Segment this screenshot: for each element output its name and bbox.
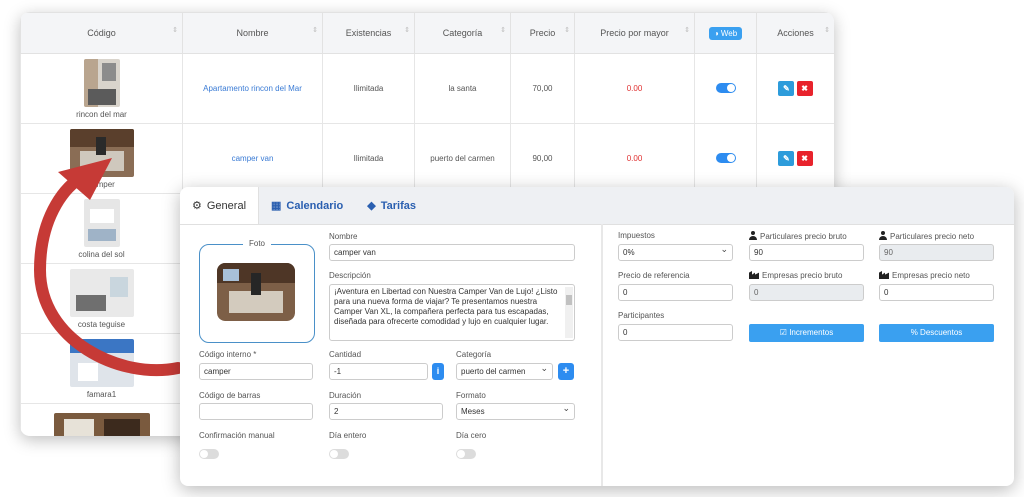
col-header-acciones: Acciones ⇕	[756, 12, 834, 54]
web-toggle[interactable]	[715, 82, 736, 93]
codigo-barras-input[interactable]	[199, 403, 313, 420]
row-name-link[interactable]: Apartamento rincon del Mar	[203, 84, 302, 93]
impuestos-select[interactable]: 0%	[618, 244, 733, 261]
descuentos-button[interactable]: % Descuentos	[879, 324, 994, 342]
row-wholesale: 0.00	[626, 154, 643, 163]
categoria-label: Categoría	[456, 350, 492, 359]
product-thumbnail[interactable]	[83, 198, 120, 247]
row-stock: Ilimitada	[353, 84, 384, 93]
factory-icon	[879, 271, 889, 279]
formato-select[interactable]: Meses	[456, 403, 575, 420]
table-row[interactable]: camper camper van Ilimitada puerto del c…	[20, 123, 834, 194]
row-wholesale: 0.00	[626, 84, 643, 93]
precio-ref-input[interactable]: 0	[618, 284, 733, 301]
textarea-scrollbar[interactable]	[565, 287, 573, 338]
nombre-label: Nombre	[329, 232, 358, 241]
gear-icon: ⚙	[192, 200, 202, 212]
edit-button[interactable]: ✎	[778, 81, 795, 96]
photo-label: Foto	[243, 239, 272, 248]
web-badge[interactable]: ◑ Web	[708, 26, 743, 40]
delete-button[interactable]: ✖	[796, 81, 813, 96]
row-code: famara1	[86, 389, 117, 399]
impuestos-label: Impuestos	[618, 231, 655, 240]
delete-button[interactable]: ✖	[796, 151, 813, 166]
row-category: puerto del carmen	[430, 154, 495, 163]
table-row[interactable]: rincon del mar Apartamento rincon del Ma…	[20, 53, 834, 124]
codigo-interno-label: Código interno *	[199, 350, 257, 359]
person-icon	[749, 231, 757, 240]
nombre-input[interactable]: camper van	[329, 244, 575, 261]
tab-calendario[interactable]: ▦ Calendario	[259, 187, 355, 224]
column-divider	[601, 224, 603, 486]
percent-icon: %	[910, 328, 921, 337]
duracion-input[interactable]: 2	[329, 403, 443, 420]
product-editor-panel: ⚙ General ▦ Calendario ◆ Tarifas Foto Nombr…	[180, 187, 1014, 486]
add-category-button[interactable]: +	[558, 363, 574, 380]
row-code: costa teguise	[77, 319, 126, 329]
participantes-input[interactable]: 0	[618, 324, 733, 341]
participantes-label: Participantes	[618, 311, 665, 320]
row-name-link[interactable]: camper van	[232, 154, 274, 163]
part-bruto-input[interactable]: 90	[749, 244, 864, 261]
codigo-barras-label: Código de barras	[199, 391, 261, 400]
dia-entero-label: Día entero	[329, 431, 367, 440]
emp-neto-input[interactable]: 0	[879, 284, 994, 301]
tag-icon: ◆	[367, 200, 376, 212]
tab-tarifas[interactable]: ◆ Tarifas	[355, 187, 428, 224]
incrementos-button[interactable]: ☑ Incrementos	[749, 324, 864, 342]
codigo-interno-input[interactable]: camper	[199, 363, 313, 380]
row-stock: Ilimitada	[353, 154, 384, 163]
col-header-existencias[interactable]: Existencias ⇕	[322, 12, 415, 54]
col-header-precio-mayor[interactable]: Precio por mayor ⇕	[574, 12, 695, 54]
row-code: colina del sol	[78, 249, 125, 259]
precio-ref-label: Precio de referencia	[618, 271, 690, 280]
descripcion-label: Descripción	[329, 271, 371, 280]
product-thumbnail[interactable]	[83, 58, 120, 107]
emp-neto-label: Empresas precio neto	[879, 271, 970, 280]
product-photo[interactable]	[217, 263, 295, 321]
part-neto-input: 90	[879, 244, 994, 261]
web-toggle[interactable]	[715, 152, 736, 163]
info-icon[interactable]: i	[432, 363, 444, 380]
dia-entero-toggle[interactable]	[329, 449, 349, 459]
duracion-label: Duración	[329, 391, 362, 400]
product-thumbnail[interactable]	[69, 338, 134, 387]
row-code: rincon del mar	[76, 109, 127, 119]
edit-icon: ☑	[779, 328, 790, 337]
product-thumbnail[interactable]	[69, 268, 134, 317]
dia-cero-label: Día cero	[456, 431, 487, 440]
categoria-select[interactable]: puerto del carmen	[456, 363, 553, 380]
part-neto-label: Particulares precio neto	[879, 231, 974, 241]
col-header-precio[interactable]: Precio ⇕	[510, 12, 575, 54]
row-price: 90,00	[532, 154, 553, 163]
col-header-categoria[interactable]: Categoría ⇕	[414, 12, 511, 54]
col-header-nombre[interactable]: Nombre ⇕	[182, 12, 323, 54]
emp-bruto-label: Empresas precio bruto	[749, 271, 842, 280]
part-bruto-label: Particulares precio bruto	[749, 231, 847, 241]
confirmacion-label: Confirmación manual	[199, 431, 275, 440]
col-header-web[interactable]: ◑ Web	[694, 12, 757, 54]
col-header-codigo[interactable]: Código ⇕	[20, 12, 183, 54]
edit-button[interactable]: ✎	[778, 151, 795, 166]
tab-general[interactable]: ⚙ General	[180, 187, 260, 224]
cantidad-input[interactable]: -1	[329, 363, 428, 380]
calendar-icon: ▦	[271, 200, 282, 212]
formato-label: Formato	[456, 391, 486, 400]
dia-cero-toggle[interactable]	[456, 449, 476, 459]
row-code: camper	[88, 179, 115, 189]
product-thumbnail[interactable]	[53, 413, 150, 436]
editor-tabs: ⚙ General ▦ Calendario ◆ Tarifas	[180, 187, 1014, 225]
descripcion-textarea[interactable]: ¡Aventura en Libertad con Nuestra Camper…	[329, 284, 575, 341]
photo-frame[interactable]: Foto	[199, 239, 315, 343]
factory-icon	[749, 271, 759, 279]
cantidad-label: Cantidad	[329, 350, 362, 359]
emp-bruto-input: 0	[749, 284, 864, 301]
row-price: 70,00	[532, 84, 553, 93]
confirmacion-toggle[interactable]	[199, 449, 219, 459]
person-icon	[879, 231, 887, 240]
row-category: la santa	[448, 84, 477, 93]
product-thumbnail[interactable]	[69, 128, 134, 177]
